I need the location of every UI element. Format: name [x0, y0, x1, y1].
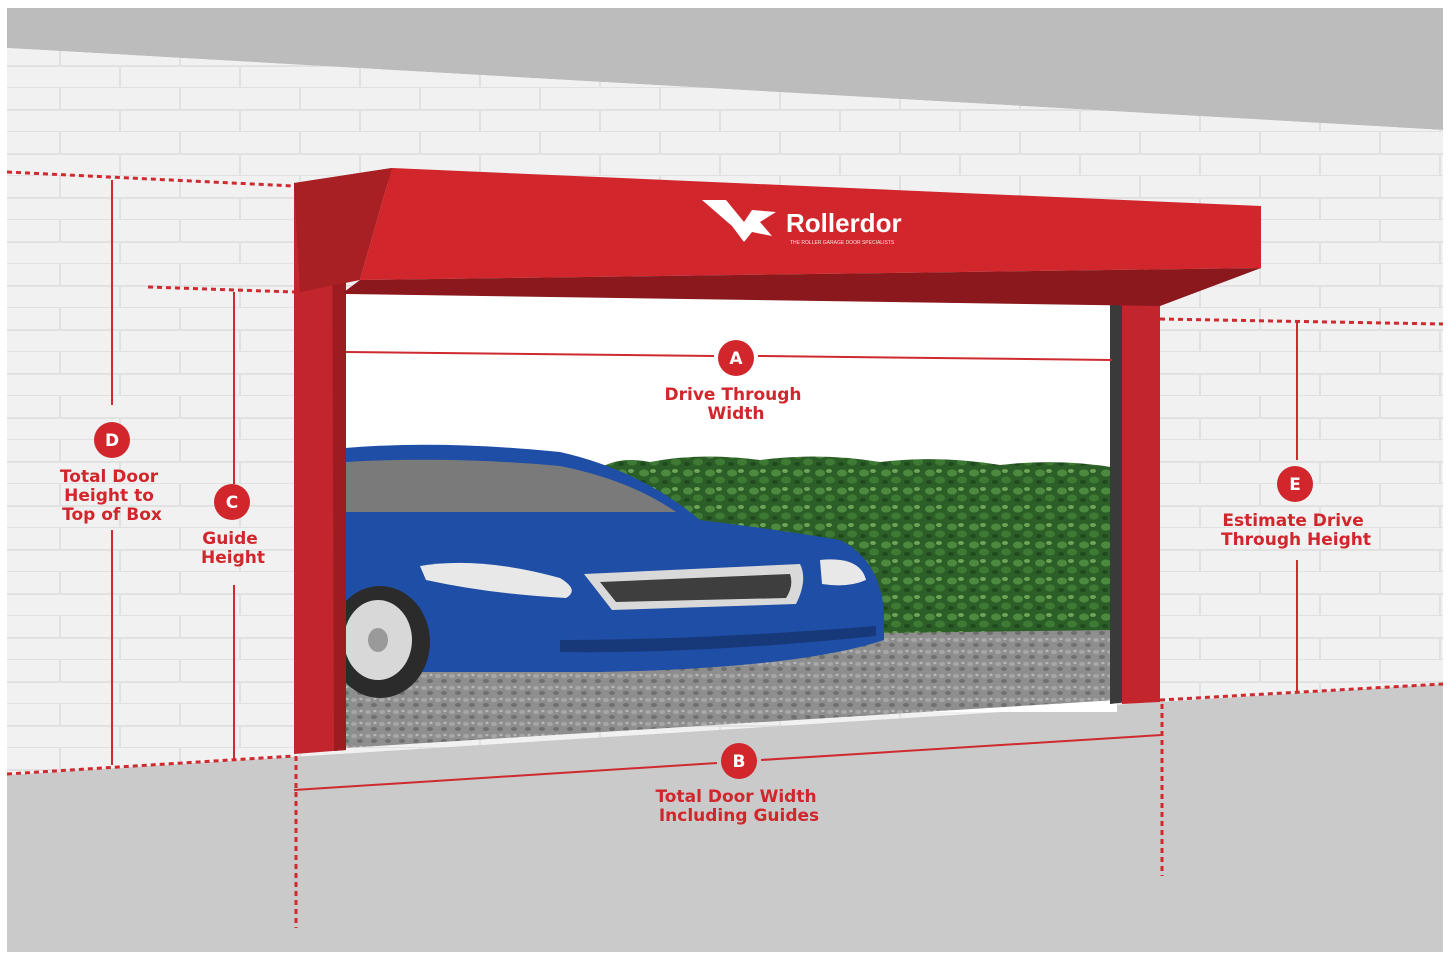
label-b: Total Door Width Including Guides	[655, 787, 822, 826]
label-e: Estimate Drive Through Height	[1221, 511, 1371, 550]
label-e-line-1: Estimate Drive	[1222, 511, 1363, 531]
badge-d-letter: D	[105, 431, 119, 451]
label-c: Guide Height	[201, 529, 265, 568]
label-d: Total Door Height to Top of Box	[60, 467, 164, 525]
badge-a-letter: A	[729, 349, 743, 369]
brand-name: Rollerdor	[786, 208, 902, 238]
label-d-line-1: Total Door	[60, 467, 159, 487]
label-a-line-2: Width	[708, 404, 765, 424]
label-d-line-2: Height to	[64, 486, 154, 506]
badge-c-letter: C	[226, 493, 238, 513]
label-c-line-1: Guide	[202, 529, 258, 549]
label-c-line-2: Height	[201, 548, 265, 568]
garage-door-measurement-diagram: Rollerdor THE ROLLER GARAGE DOOR SPECIAL…	[0, 0, 1451, 956]
brand-tagline: THE ROLLER GARAGE DOOR SPECIALISTS	[790, 240, 895, 246]
badge-e-letter: E	[1289, 475, 1301, 495]
right-guide	[1122, 300, 1160, 704]
label-b-line-2: Including Guides	[659, 806, 819, 826]
label-e-line-2: Through Height	[1221, 530, 1371, 550]
label-b-line-1: Total Door Width	[655, 787, 816, 807]
label-d-line-3: Top of Box	[62, 505, 162, 525]
label-a-line-1: Drive Through	[665, 385, 802, 405]
badge-b-letter: B	[733, 752, 746, 772]
